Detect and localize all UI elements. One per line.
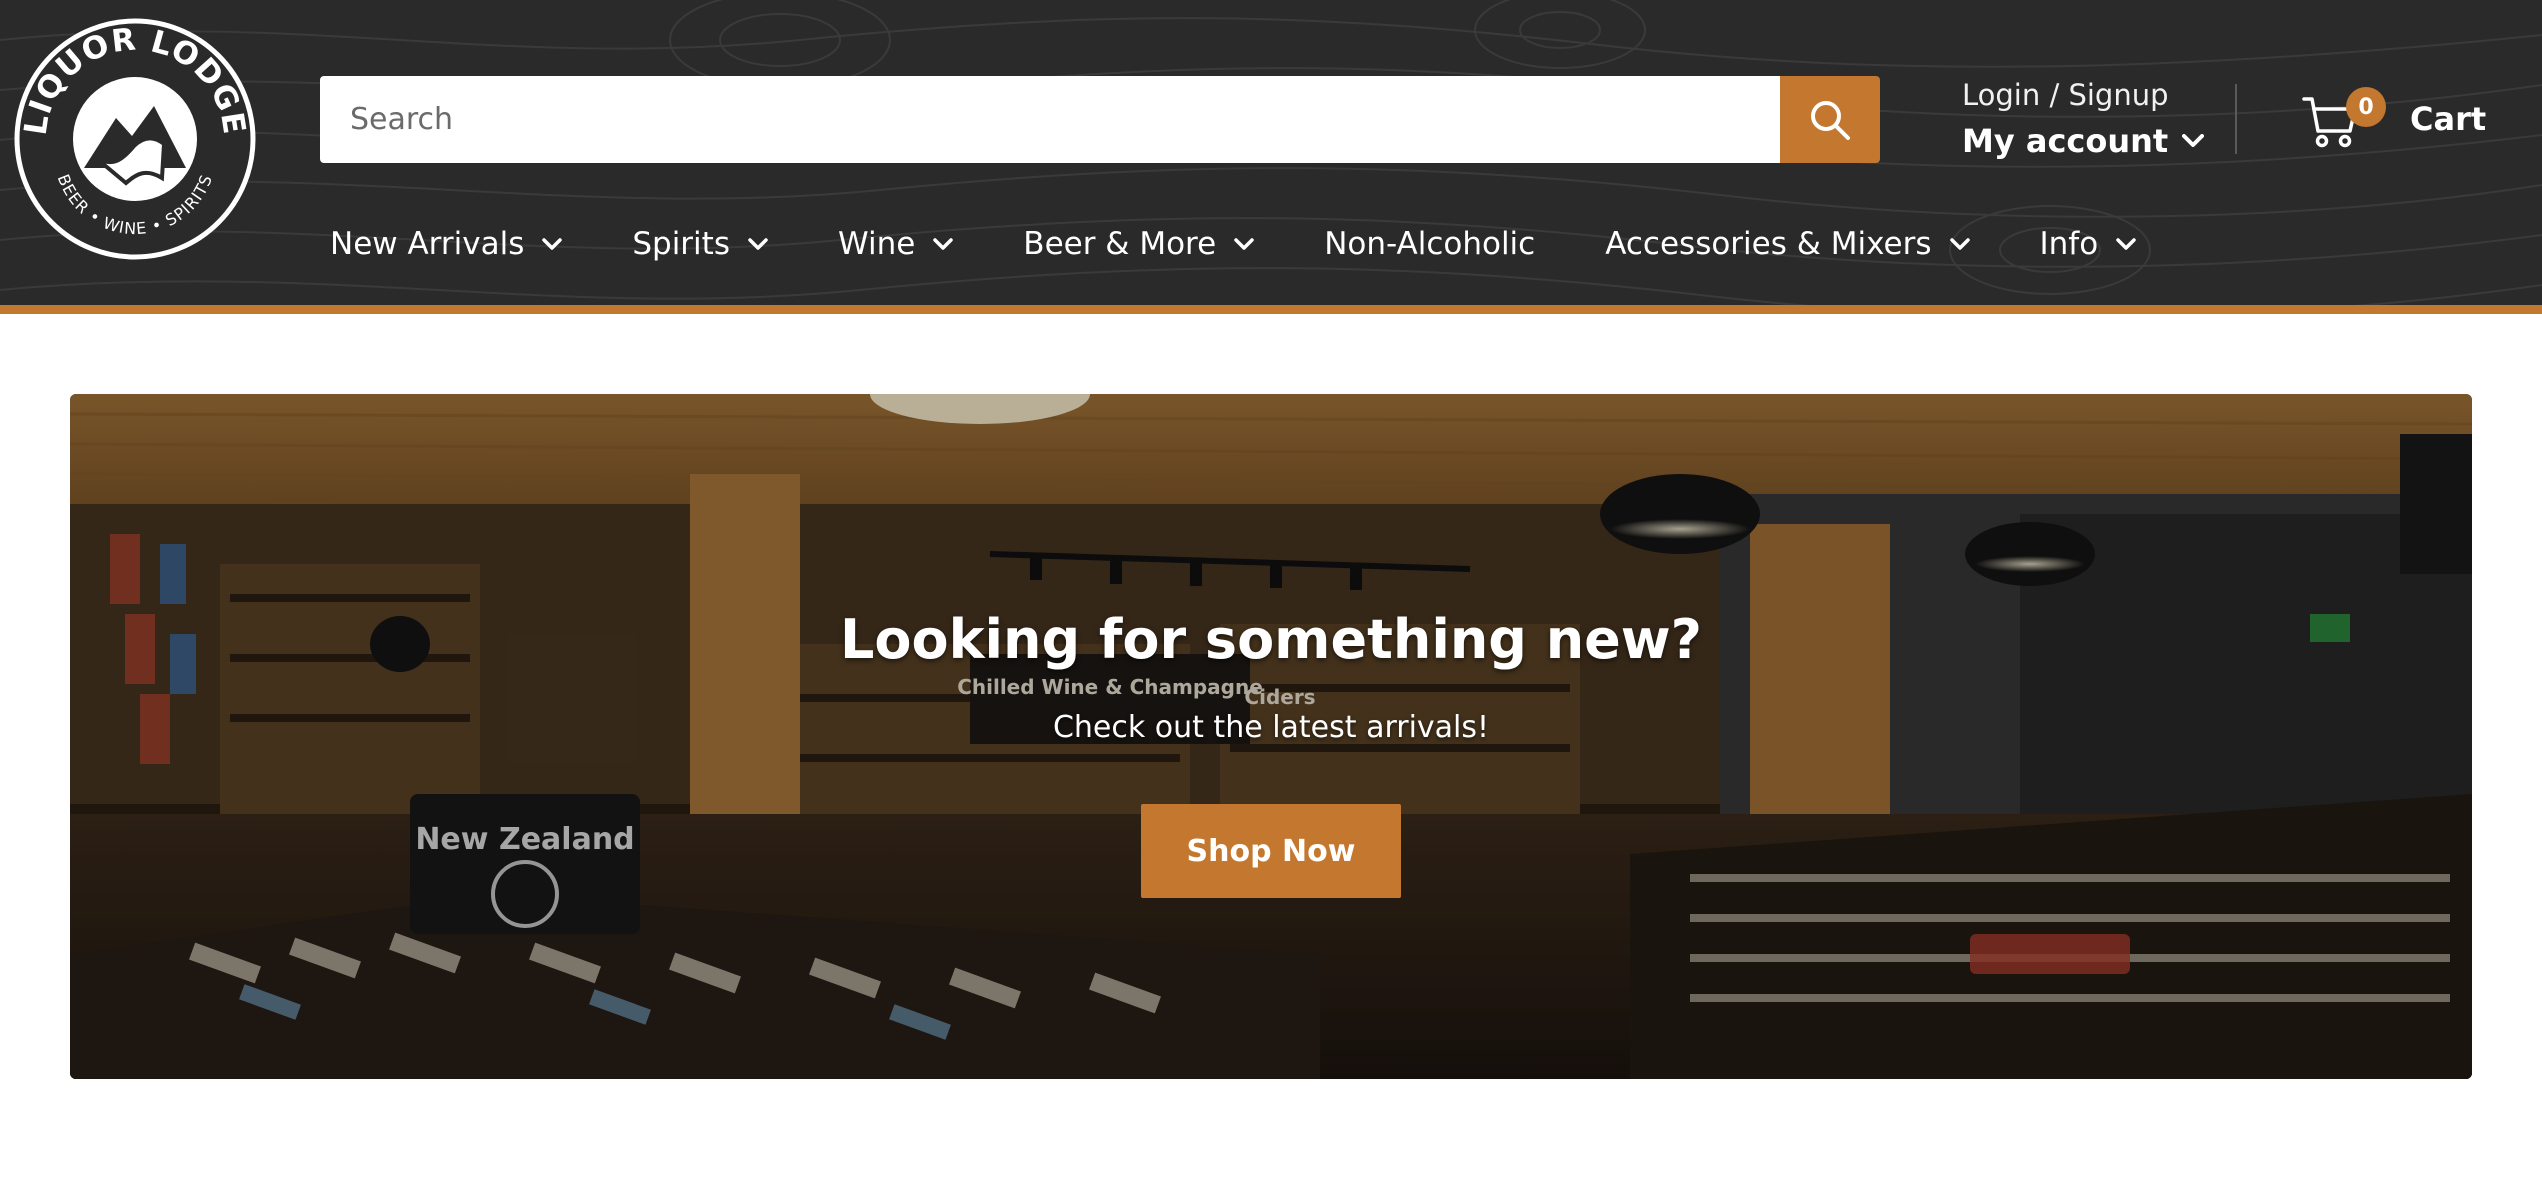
nav-item-label: Beer & More [1023, 226, 1217, 262]
my-account-dropdown[interactable]: My account [1962, 118, 2222, 164]
chevron-down-icon [542, 237, 563, 250]
cart-icon-wrapper: 0 [2302, 87, 2386, 149]
hero-banner: Chilled Wine & Champagne Ciders New Zeal… [70, 394, 2472, 1079]
cart-label: Cart [2410, 100, 2487, 138]
chevron-down-icon [2182, 134, 2205, 147]
nav-item-info[interactable]: Info [2040, 226, 2137, 262]
account-menu: Login / Signup My account [1962, 74, 2222, 164]
nav-item-label: Spirits [632, 226, 730, 262]
header-accent-stripe [0, 305, 2542, 314]
nav-item-accessories-mixers[interactable]: Accessories & Mixers [1605, 226, 1970, 262]
nav-item-label: Wine [837, 226, 916, 262]
hero-title: Looking for something new? [839, 608, 1703, 671]
liquor-lodge-logo[interactable]: LIQUOR LODGE BEER • WINE • SPIRITS [14, 18, 256, 260]
hero-content: Looking for something new? Check out the… [70, 394, 2472, 1079]
chevron-down-icon [1949, 237, 1970, 250]
nav-item-spirits[interactable]: Spirits [632, 226, 768, 262]
nav-item-label: Non-Alcoholic [1324, 226, 1536, 262]
search-icon [1811, 100, 1850, 140]
shop-now-button[interactable]: Shop Now [1141, 804, 1401, 898]
site-header: LIQUOR LODGE BEER • WINE • SPIRITS Login… [0, 0, 2542, 305]
nav-item-wine[interactable]: Wine [837, 226, 954, 262]
cart-count-badge: 0 [2346, 87, 2386, 127]
hero-subtitle: Check out the latest arrivals! [1052, 710, 1490, 745]
login-signup-link[interactable]: Login / Signup [1962, 74, 2222, 116]
search-button[interactable] [1780, 76, 1880, 163]
chevron-down-icon [933, 237, 954, 250]
nav-item-new-arrivals[interactable]: New Arrivals [330, 226, 563, 262]
chevron-down-icon [748, 237, 768, 250]
cart-button[interactable]: 0 Cart [2302, 84, 2486, 154]
nav-item-label: New Arrivals [330, 226, 525, 262]
main-navigation: New Arrivals Spirits Wine Beer & More No… [330, 218, 2136, 270]
search-bar [320, 76, 1880, 163]
nav-item-non-alcoholic[interactable]: Non-Alcoholic [1324, 226, 1535, 262]
chevron-down-icon [1234, 237, 1254, 250]
nav-item-label: Info [2039, 226, 2099, 262]
nav-item-label: Accessories & Mixers [1605, 226, 1932, 262]
nav-item-beer-and-more[interactable]: Beer & More [1023, 226, 1254, 262]
my-account-label: My account [1962, 122, 2169, 160]
header-divider [2235, 84, 2237, 154]
chevron-down-icon [2116, 237, 2136, 250]
search-input[interactable] [320, 76, 1780, 163]
